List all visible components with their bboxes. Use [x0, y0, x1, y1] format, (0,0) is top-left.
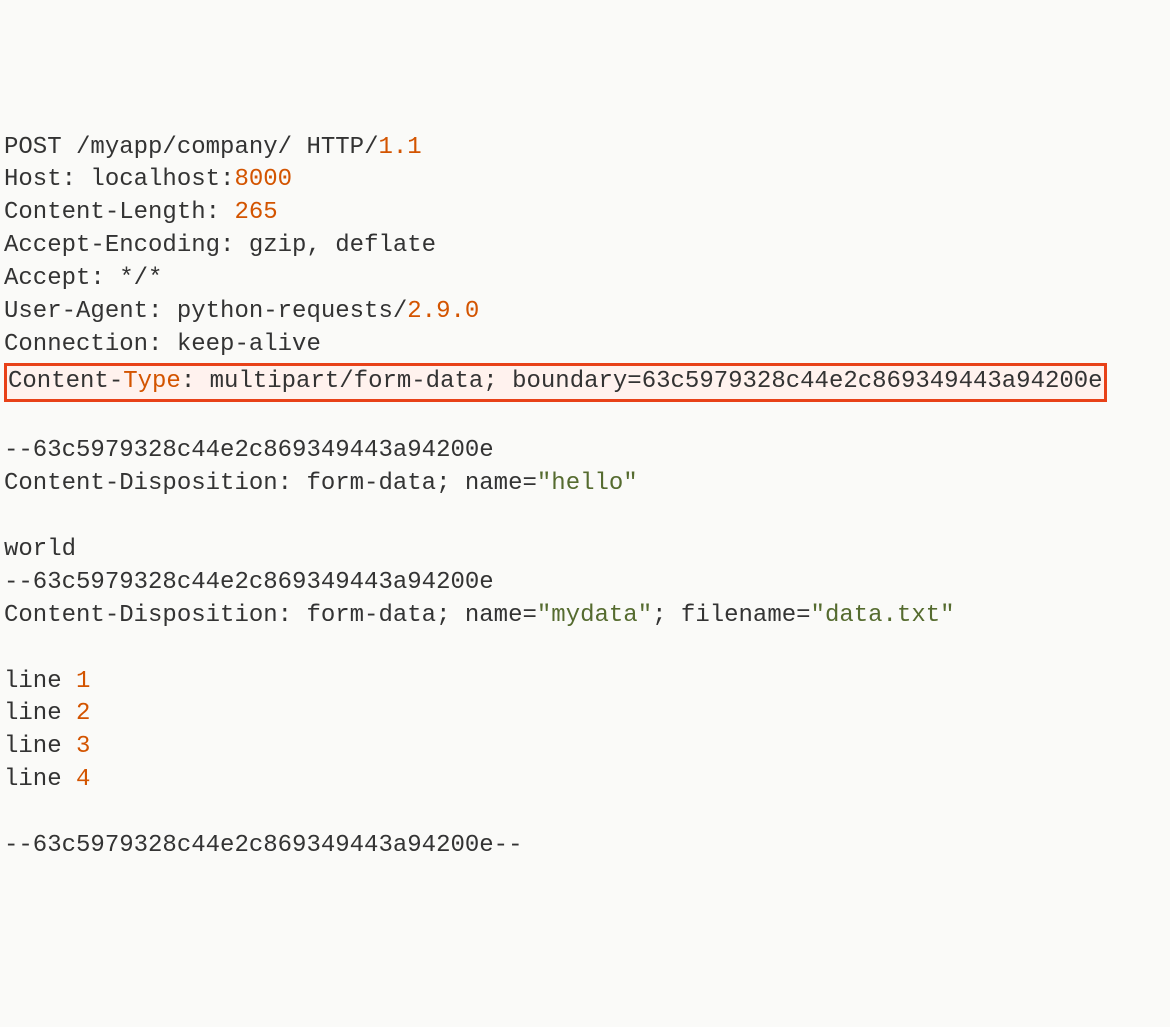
- line-num: 4: [76, 766, 90, 793]
- header-user-agent: User-Agent: python-requests/2.9.0: [4, 298, 479, 325]
- request-line: POST /myapp/company/ HTTP/1.1: [4, 134, 422, 161]
- header-connection: Connection: keep-alive: [4, 331, 321, 358]
- disposition-name: "mydata": [537, 602, 652, 629]
- line-label: line: [4, 668, 76, 695]
- connection-value: keep-alive: [177, 331, 321, 358]
- accept-value: */*: [119, 265, 162, 292]
- user-agent-label: User-Agent:: [4, 298, 177, 325]
- accept-encoding-value: gzip, deflate: [249, 232, 436, 259]
- line-label: line: [4, 700, 76, 727]
- disposition-prefix: Content-Disposition: form-data; name=: [4, 470, 537, 497]
- user-agent-version: 2.9.0: [407, 298, 479, 325]
- disposition-file-prefix: ; filename=: [652, 602, 810, 629]
- file-line: line 4: [4, 766, 90, 793]
- content-length-value: 265: [234, 199, 277, 226]
- file-line: line 2: [4, 700, 90, 727]
- content-disposition-1: Content-Disposition: form-data; name="he…: [4, 470, 638, 497]
- header-accept-encoding: Accept-Encoding: gzip, deflate: [4, 232, 436, 259]
- accept-encoding-label: Accept-Encoding:: [4, 232, 249, 259]
- header-content-length: Content-Length: 265: [4, 199, 278, 226]
- line-num: 3: [76, 733, 90, 760]
- disposition-filename: "data.txt": [811, 602, 955, 629]
- content-type-value: multipart/form-data; boundary=63c5979328…: [210, 368, 1103, 395]
- line-num: 1: [76, 668, 90, 695]
- content-type-prefix: Content-: [8, 368, 123, 395]
- host-port: 8000: [234, 166, 292, 193]
- header-accept: Accept: */*: [4, 265, 162, 292]
- host-value: localhost:: [90, 166, 234, 193]
- file-line: line 1: [4, 668, 90, 695]
- form-boundary-end: --63c5979328c44e2c869349443a94200e--: [4, 832, 522, 859]
- line-num: 2: [76, 700, 90, 727]
- connection-label: Connection:: [4, 331, 177, 358]
- content-disposition-2: Content-Disposition: form-data; name="my…: [4, 602, 955, 629]
- http-path: /myapp/company/: [76, 134, 292, 161]
- user-agent-value: python-requests/: [177, 298, 407, 325]
- form-boundary: --63c5979328c44e2c869349443a94200e: [4, 569, 494, 596]
- form-boundary: --63c5979328c44e2c869349443a94200e: [4, 437, 494, 464]
- line-label: line: [4, 733, 76, 760]
- header-content-type-highlighted: Content-Type: multipart/form-data; bound…: [4, 363, 1107, 402]
- http-version-label: HTTP/: [306, 134, 378, 161]
- disposition-name: "hello": [537, 470, 638, 497]
- http-method: POST: [4, 134, 62, 161]
- content-type-word: Type: [123, 368, 181, 395]
- host-label: Host:: [4, 166, 90, 193]
- form-part-value: world: [4, 536, 76, 563]
- content-length-label: Content-Length:: [4, 199, 234, 226]
- file-line: line 3: [4, 733, 90, 760]
- line-label: line: [4, 766, 76, 793]
- header-host: Host: localhost:8000: [4, 166, 292, 193]
- accept-label: Accept:: [4, 265, 119, 292]
- http-version-num: 1.1: [378, 134, 421, 161]
- disposition-prefix: Content-Disposition: form-data; name=: [4, 602, 537, 629]
- http-request-dump: POST /myapp/company/ HTTP/1.1 Host: loca…: [4, 132, 1166, 863]
- content-type-colon: :: [181, 368, 210, 395]
